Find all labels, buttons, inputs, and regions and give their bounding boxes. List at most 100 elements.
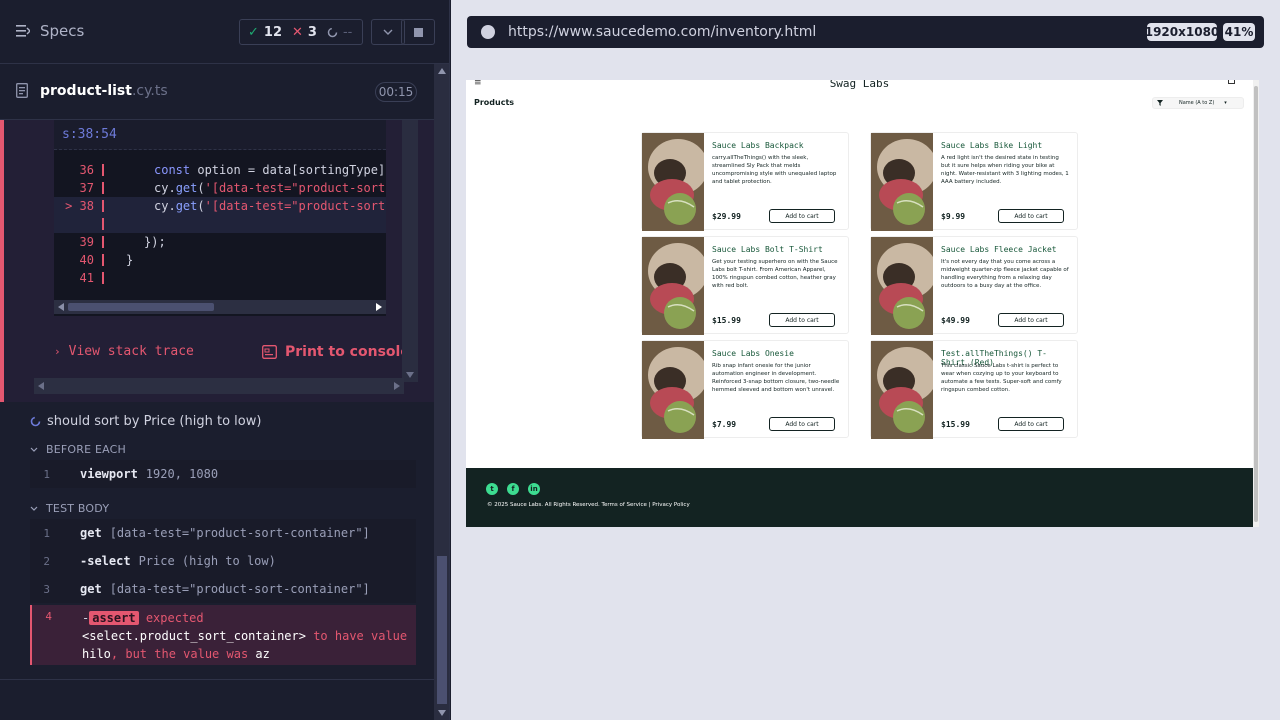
view-stack-trace-button[interactable]: › View stack trace — [54, 344, 194, 359]
test-title-label: should sort by Price (high to low) — [47, 414, 262, 429]
product-name[interactable]: Sauce Labs Backpack — [712, 141, 842, 150]
stop-button[interactable] — [401, 19, 435, 45]
code-line: 40 } — [54, 251, 386, 269]
command-row[interactable]: 2 -select Price (high to low) — [30, 547, 416, 575]
product-image[interactable] — [642, 341, 704, 439]
scroll-down-icon[interactable] — [438, 710, 446, 716]
chevron-down-icon — [383, 29, 393, 35]
scroll-left-icon[interactable] — [38, 382, 44, 390]
add-to-cart-button[interactable]: Add to cart — [769, 417, 835, 431]
inventory-item: Sauce Labs Onesie Rib snap infant onesie … — [641, 340, 849, 439]
reporter-header: Specs ✓ 12 ✕ 3 -- — [0, 0, 449, 64]
url-text[interactable]: https://www.saucedemo.com/inventory.html — [508, 24, 816, 40]
filter-icon — [1157, 100, 1163, 106]
divider — [0, 679, 434, 680]
product-image[interactable] — [871, 341, 933, 439]
globe-icon — [481, 25, 495, 39]
scrollbar-thumb[interactable] — [437, 556, 447, 704]
chevron-down-icon — [30, 506, 38, 511]
add-to-cart-button[interactable]: Add to cart — [769, 313, 835, 327]
scroll-right-icon[interactable] — [376, 303, 382, 311]
stop-icon — [413, 27, 423, 37]
sort-select[interactable]: Name (A to Z) ▾ — [1152, 97, 1244, 109]
error-vertical-scrollbar[interactable] — [402, 120, 418, 382]
command-name: get — [80, 582, 102, 596]
x-icon: ✕ — [292, 24, 303, 40]
pending-stat: -- — [327, 25, 352, 40]
product-name[interactable]: Sauce Labs Fleece Jacket — [941, 245, 1071, 254]
url-bar[interactable]: https://www.saucedemo.com/inventory.html… — [467, 16, 1264, 48]
command-row[interactable]: 1 get [data-test="product-sort-container… — [30, 519, 416, 547]
line-number: > 38 — [65, 199, 94, 213]
specs-button[interactable]: Specs — [16, 22, 84, 40]
failed-count: 3 — [307, 24, 317, 40]
scrollbar-thumb[interactable] — [1254, 86, 1258, 522]
viewport-size-badge[interactable]: 1920x1080 — [1145, 23, 1219, 41]
command-number: 1 — [43, 526, 50, 540]
before-each-hook-header[interactable]: BEFORE EACH — [30, 443, 126, 456]
reporter-panel: Specs ✓ 12 ✕ 3 -- product-list.cy.ts 00:… — [0, 0, 450, 720]
product-name[interactable]: Sauce Labs Bike Light — [941, 141, 1071, 150]
scroll-down-icon[interactable] — [406, 372, 414, 378]
scroll-up-icon[interactable] — [438, 68, 446, 74]
line-number: 40 — [79, 253, 94, 267]
line-marker — [102, 164, 104, 176]
code-line-highlighted: > 38 cy.get('[data-test="product-sort — [54, 197, 386, 215]
test-title[interactable]: should sort by Price (high to low) — [30, 414, 261, 429]
reporter-vertical-scrollbar[interactable] — [434, 64, 449, 720]
command-name: -select — [80, 554, 131, 568]
pending-count: -- — [342, 24, 353, 40]
running-spinner-icon — [30, 416, 41, 427]
chevron-down-icon: ▾ — [1224, 100, 1227, 106]
code-line: 37 cy.get('[data-test="product-sort — [54, 179, 386, 197]
code-text: } — [126, 253, 134, 267]
error-horizontal-scrollbar[interactable] — [34, 378, 404, 394]
code-frame: s:38:54 36 const option = data[sortingTy… — [54, 120, 386, 316]
scrollbar-thumb[interactable] — [68, 303, 214, 311]
command-row[interactable]: 1 viewport 1920, 1080 — [30, 460, 416, 488]
test-body-label: TEST BODY — [46, 502, 110, 515]
code-horizontal-scrollbar[interactable] — [54, 300, 386, 314]
products-title: Products — [474, 98, 515, 107]
product-image[interactable] — [642, 237, 704, 335]
add-to-cart-button[interactable]: Add to cart — [998, 417, 1064, 431]
scroll-right-icon[interactable] — [394, 382, 400, 390]
zoom-badge[interactable]: 41% — [1223, 23, 1255, 41]
iframe-vertical-scrollbar[interactable] — [1253, 80, 1259, 527]
app-footer: t f in © 2025 Sauce Labs. All Rights Res… — [466, 468, 1253, 527]
test-body-header[interactable]: TEST BODY — [30, 502, 109, 515]
product-description: It's not every day that you come across … — [941, 259, 1069, 289]
add-to-cart-button[interactable]: Add to cart — [769, 209, 835, 223]
product-price: $49.99 — [941, 316, 970, 325]
assert-expected: expected — [145, 611, 204, 625]
inventory-item: Sauce Labs Bolt T-Shirt Get your testing … — [641, 236, 849, 335]
command-number: 3 — [43, 582, 50, 596]
spec-file-name: product-list.cy.ts — [40, 83, 168, 99]
print-to-console-button[interactable]: Print to console — [262, 344, 410, 360]
product-name[interactable]: Sauce Labs Onesie — [712, 349, 842, 358]
linkedin-icon[interactable]: in — [528, 483, 540, 495]
command-message: [data-test="product-sort-container"] — [109, 526, 370, 540]
product-name[interactable]: Sauce Labs Bolt T-Shirt — [712, 245, 842, 254]
assert-expected-value: hilo — [82, 647, 111, 661]
add-to-cart-button[interactable]: Add to cart — [998, 313, 1064, 327]
product-image[interactable] — [871, 237, 933, 335]
product-image[interactable] — [642, 133, 704, 231]
product-image[interactable] — [871, 133, 933, 231]
failed-command-row[interactable]: 4 - assert expected <select.product_sort_… — [30, 605, 416, 665]
command-name: get — [80, 526, 102, 540]
twitter-icon[interactable]: t — [486, 483, 498, 495]
toggle-dropdown-button[interactable] — [371, 19, 405, 45]
command-number: 2 — [43, 554, 50, 568]
cart-icon[interactable] — [1228, 80, 1235, 84]
command-row[interactable]: 3 get [data-test="product-sort-container… — [30, 575, 416, 603]
spec-extension: .cy.ts — [131, 83, 168, 99]
product-price: $15.99 — [941, 420, 970, 429]
spinner-icon — [327, 27, 338, 37]
assert-but-text: , but the value was — [110, 647, 249, 661]
scroll-left-icon[interactable] — [58, 303, 64, 311]
facebook-icon[interactable]: f — [507, 483, 519, 495]
add-to-cart-button[interactable]: Add to cart — [998, 209, 1064, 223]
footer-copyright: © 2025 Sauce Labs. All Rights Reserved. … — [487, 502, 690, 508]
command-message: [data-test="product-sort-container"] — [109, 582, 370, 596]
